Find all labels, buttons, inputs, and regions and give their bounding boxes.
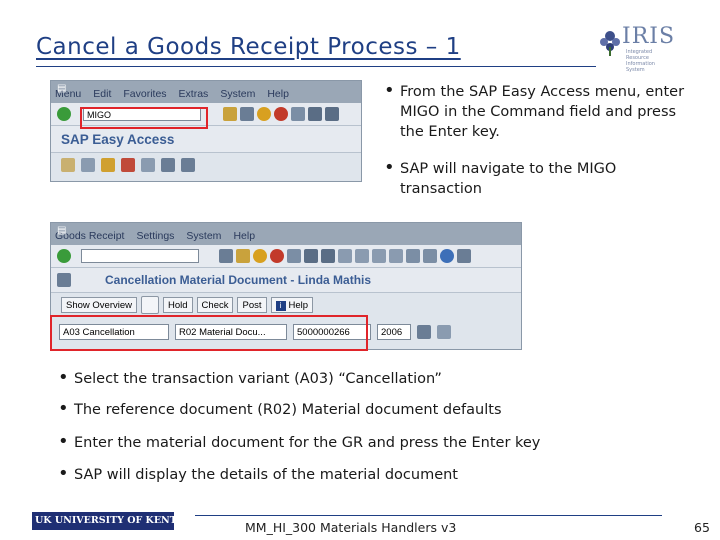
help-button[interactable]: i Help	[270, 297, 314, 313]
logo-word: IRIS	[622, 24, 676, 49]
sap1-app-toolbar	[51, 153, 361, 177]
first-page-icon[interactable]	[338, 249, 352, 263]
back-icon[interactable]	[236, 249, 250, 263]
document-year-input[interactable]: 2006	[377, 324, 411, 340]
find-icon[interactable]	[304, 249, 318, 263]
collapse-up-icon[interactable]	[181, 158, 195, 172]
new-document-icon[interactable]	[141, 296, 159, 314]
window-menu-icon[interactable]: ▤	[57, 83, 66, 94]
menu-item-help[interactable]: Help	[267, 88, 289, 100]
shortcut-icon[interactable]	[423, 249, 437, 263]
find-icon[interactable]	[308, 107, 322, 121]
iris-flower-icon	[600, 31, 620, 56]
bullet-right-1-text: From the SAP Easy Access menu, enter MIG…	[400, 84, 685, 140]
cancel-icon[interactable]	[270, 249, 284, 263]
bullet-bottom-1-text: Select the transaction variant (A03) “Ca…	[74, 371, 442, 387]
print-icon[interactable]	[291, 107, 305, 121]
new-session-icon[interactable]	[406, 249, 420, 263]
sap1-title-bar: SAP Easy Access	[51, 126, 361, 153]
command-field-highlight	[80, 107, 208, 129]
enter-check-icon[interactable]	[57, 249, 71, 263]
print-icon[interactable]	[287, 249, 301, 263]
back-icon[interactable]	[223, 107, 237, 121]
menu-item-favorites[interactable]: Favorites	[123, 88, 166, 100]
hold-button[interactable]: Hold	[163, 297, 193, 313]
exit-icon[interactable]	[253, 249, 267, 263]
find-next-icon[interactable]	[325, 107, 339, 121]
bullet-bottom-3: • Enter the material document for the GR …	[58, 431, 541, 452]
layout-menu-icon[interactable]	[457, 249, 471, 263]
slide-title: Cancel a Goods Receipt Process – 1	[36, 34, 461, 60]
sap2-toolbar	[51, 245, 521, 268]
menu-item-help[interactable]: Help	[233, 230, 255, 242]
sap2-menubar: ▤ Goods Receipt Settings System Help	[51, 223, 521, 245]
iris-logo: IRIS Integrated Resource Information Sys…	[596, 22, 676, 73]
bullet-bottom-2-text: The reference document (R02) Material do…	[74, 402, 502, 418]
post-button[interactable]: Post	[237, 297, 267, 313]
uk-logo-text: UK UNIVERSITY OF KENTUCKY	[35, 515, 208, 526]
save-icon[interactable]	[219, 249, 233, 263]
menu-item-system[interactable]: System	[186, 230, 221, 242]
bullet-bottom-2: • The reference document (R02) Material d…	[58, 398, 502, 419]
enter-check-icon[interactable]	[57, 107, 71, 121]
next-page-icon[interactable]	[372, 249, 386, 263]
sap2-app-toolbar: Show Overview Hold Check Post i Help	[51, 293, 521, 317]
last-page-icon[interactable]	[389, 249, 403, 263]
bullet-bottom-1: • Select the transaction variant (A03) “C…	[58, 367, 442, 388]
menu-item-settings[interactable]: Settings	[136, 230, 174, 242]
sap1-menubar: ▤ Menu Edit Favorites Extras System Help	[51, 81, 361, 103]
bullet-bottom-3-text: Enter the material document for the GR a…	[74, 435, 541, 451]
menu-item-system[interactable]: System	[220, 88, 255, 100]
window-menu-icon[interactable]: ▤	[57, 225, 66, 236]
command-field-empty[interactable]	[81, 249, 199, 263]
transaction-icon	[57, 273, 71, 287]
bullet-right-2: • SAP will navigate to the MIGO transacti…	[384, 157, 617, 198]
user-menu-icon[interactable]	[81, 158, 95, 172]
bullet-bottom-4: • SAP will display the details of the mat…	[58, 463, 458, 484]
menu-item-edit[interactable]: Edit	[93, 88, 111, 100]
help-icon[interactable]	[440, 249, 454, 263]
sap2-title-bar: Cancellation Material Document - Linda M…	[51, 268, 521, 293]
sap-easy-access-title: SAP Easy Access	[61, 131, 175, 147]
footer-course-title: MM_HI_300 Materials Handlers v3	[245, 520, 457, 535]
footer-divider	[195, 515, 662, 516]
prev-page-icon[interactable]	[355, 249, 369, 263]
exit-icon[interactable]	[257, 107, 271, 121]
help-button-label: Help	[288, 300, 309, 311]
info-icon: i	[275, 301, 286, 311]
delete-icon[interactable]	[121, 158, 135, 172]
bullet-right-1: • From the SAP Easy Access menu, enter MI…	[384, 80, 685, 141]
folder-icon[interactable]	[61, 158, 75, 172]
check-button[interactable]: Check	[196, 297, 234, 313]
page-number: 65	[694, 520, 710, 535]
collapse-down-icon[interactable]	[161, 158, 175, 172]
menu-item-extras[interactable]: Extras	[179, 88, 209, 100]
bullet-bottom-4-text: SAP will display the details of the mate…	[74, 467, 458, 483]
show-overview-button[interactable]: Show Overview	[61, 297, 137, 313]
title-divider	[36, 66, 596, 67]
change-favorite-icon[interactable]	[141, 158, 155, 172]
logo-subtext: Integrated Resource Information System	[626, 49, 655, 73]
favorites-icon[interactable]	[101, 158, 115, 172]
selection-fields-highlight	[50, 315, 368, 351]
save-icon[interactable]	[240, 107, 254, 121]
other-document-icon[interactable]	[437, 325, 451, 339]
migo-title: Cancellation Material Document - Linda M…	[105, 273, 372, 287]
cancel-icon[interactable]	[274, 107, 288, 121]
bullet-right-2-text: SAP will navigate to the MIGO transactio…	[400, 161, 617, 197]
sap-easy-access-window: ▤ Menu Edit Favorites Extras System Help…	[50, 80, 362, 182]
execute-icon[interactable]	[417, 325, 431, 339]
find-next-icon[interactable]	[321, 249, 335, 263]
university-of-kentucky-logo: UK UNIVERSITY OF KENTUCKY	[32, 512, 207, 530]
